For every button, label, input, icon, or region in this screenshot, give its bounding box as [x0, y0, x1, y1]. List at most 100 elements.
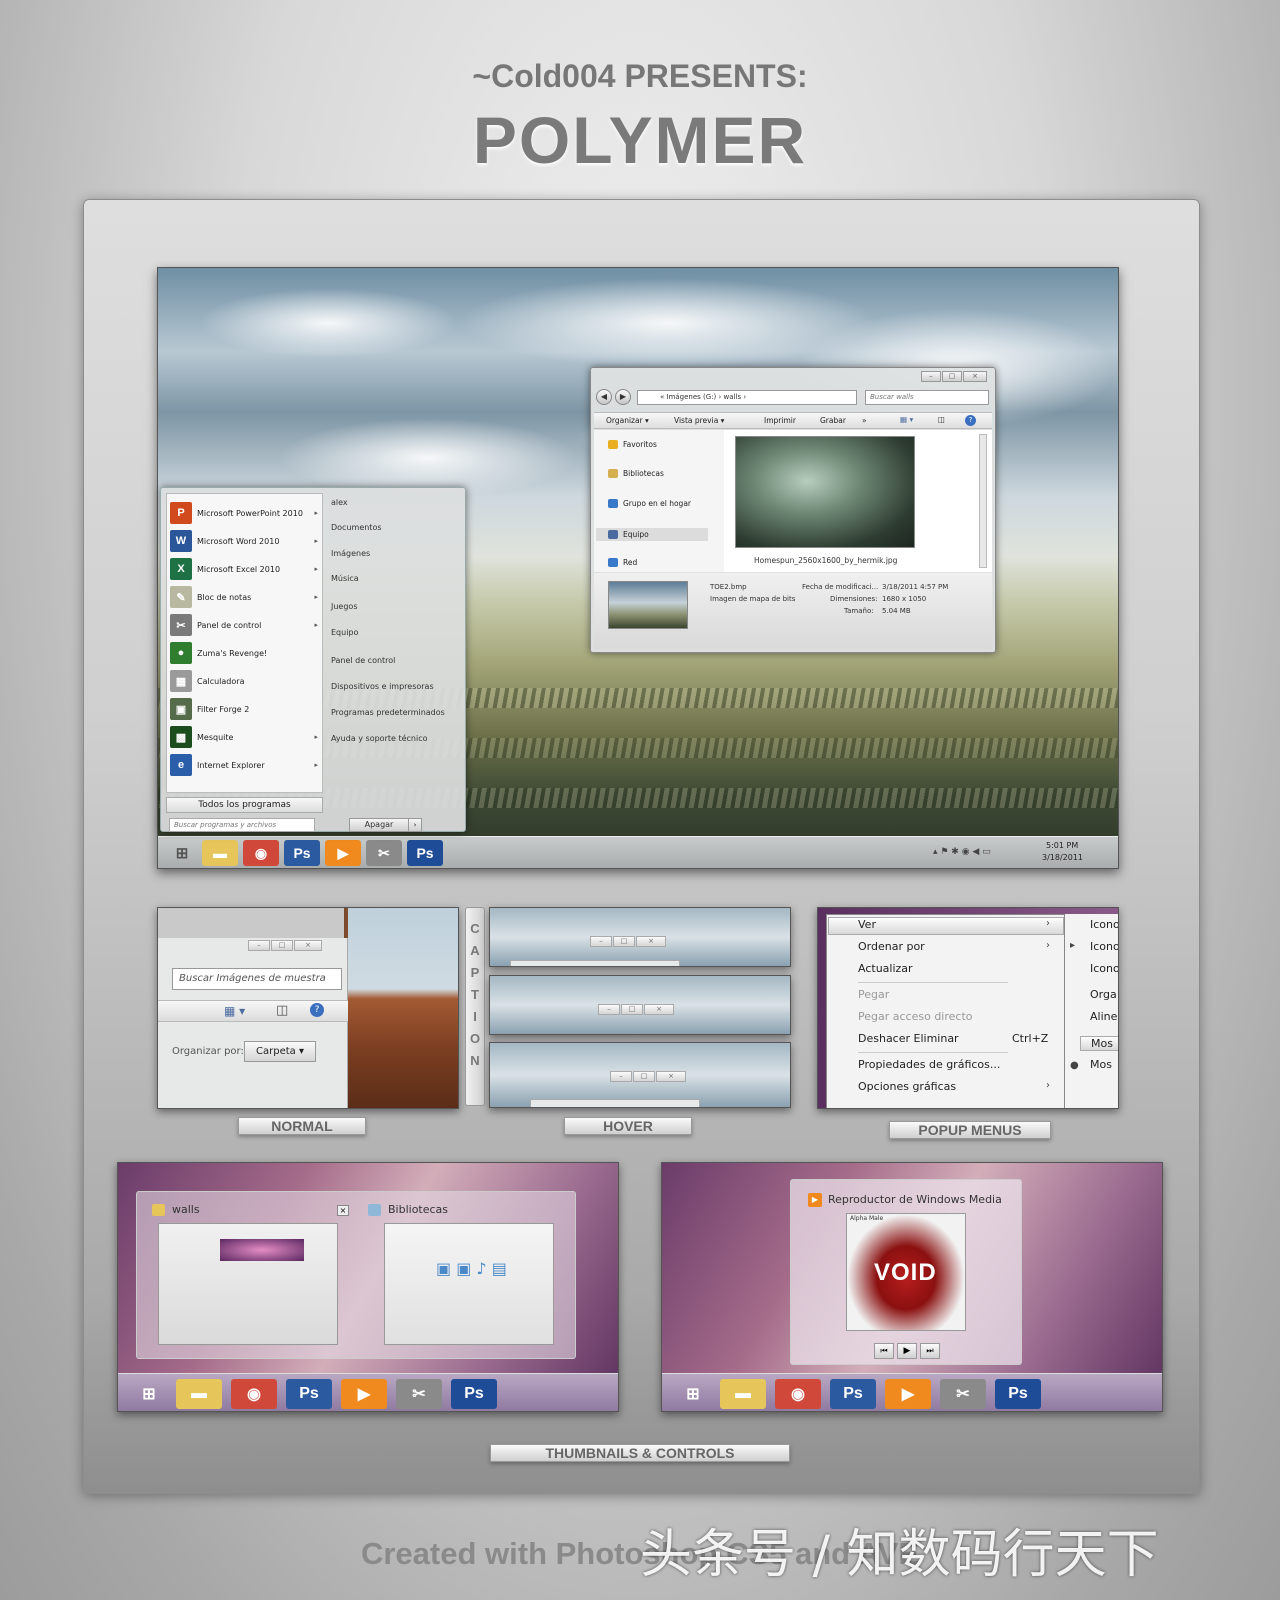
shutdown-button[interactable]: Apagar [349, 818, 409, 832]
place-item[interactable]: Panel de control [331, 656, 395, 665]
toolbar-item[interactable]: Imprimir [764, 416, 796, 425]
menu-item[interactable]: Actualizar [858, 962, 913, 975]
scrollbar[interactable] [979, 434, 987, 568]
maximize-button[interactable]: □ [621, 1004, 643, 1015]
nav-item[interactable]: Equipo [596, 528, 708, 541]
bibliotecas-thumbnail-title[interactable]: Bibliotecas [388, 1203, 448, 1216]
place-item[interactable]: Imágenes [331, 549, 370, 558]
program-item[interactable]: ● Zuma's Revenge! [170, 640, 320, 666]
menu-item[interactable]: Ordenar por [858, 940, 925, 953]
photoshop-icon[interactable]: Ps [286, 1379, 332, 1409]
program-item[interactable]: ▩ Mesquite ▸ [170, 724, 320, 750]
preview-pane-icon[interactable]: ◫ [276, 1003, 288, 1018]
media-player-title[interactable]: Reproductor de Windows Media [828, 1193, 1002, 1206]
close-button[interactable]: × [636, 936, 666, 947]
view-options-icon[interactable]: ▦ ▾ [900, 415, 913, 424]
folder-icon[interactable]: ▬ [720, 1379, 766, 1409]
paint-icon[interactable]: ✂ [940, 1379, 986, 1409]
close-button[interactable]: × [963, 371, 987, 382]
photoshop-icon-2[interactable]: Ps [451, 1379, 497, 1409]
place-item[interactable]: Ayuda y soporte técnico [331, 734, 428, 743]
minimize-button[interactable]: – [248, 940, 270, 951]
program-item[interactable]: X Microsoft Excel 2010 ▸ [170, 556, 320, 582]
photoshop-icon[interactable]: Ps [830, 1379, 876, 1409]
place-item[interactable]: Dispositivos e impresoras [331, 682, 434, 691]
menu-item[interactable]: Ver [858, 918, 876, 931]
tray-icons[interactable]: ▴ ⚑ ✱ ◉ ◀ ▭ [933, 847, 991, 857]
explorer-search-input[interactable]: Buscar walls [865, 390, 989, 405]
start-button[interactable]: ⊞ [164, 840, 200, 866]
toolbar-item[interactable]: Organizar ▾ [606, 416, 649, 425]
shutdown-options-button[interactable]: › [408, 818, 422, 832]
submenu-item[interactable]: Icono [1090, 962, 1118, 975]
submenu-item[interactable]: Icono [1090, 940, 1118, 953]
view-icon[interactable]: ▦ ▾ [224, 1004, 245, 1018]
program-item[interactable]: e Internet Explorer ▸ [170, 752, 320, 778]
menu-item[interactable]: Deshacer Eliminar [858, 1032, 959, 1045]
close-thumbnail-button[interactable]: × [337, 1205, 349, 1216]
maximize-button[interactable]: □ [271, 940, 293, 951]
program-item[interactable]: ▦ Calculadora [170, 668, 320, 694]
play-button[interactable]: ▶ [897, 1343, 917, 1359]
program-item[interactable]: W Microsoft Word 2010 ▸ [170, 528, 320, 554]
chrome-icon[interactable]: ◉ [231, 1379, 277, 1409]
forward-button[interactable]: ▶ [615, 389, 631, 405]
media-player-icon[interactable]: ▶ [325, 840, 361, 866]
nav-item[interactable]: Favoritos [608, 440, 657, 449]
place-item[interactable]: Juegos [331, 602, 358, 611]
paint-icon[interactable]: ✂ [366, 840, 402, 866]
chrome-icon[interactable]: ◉ [775, 1379, 821, 1409]
minimize-button[interactable]: – [590, 936, 612, 947]
start-search-input[interactable]: Buscar programas y archivos [169, 818, 315, 832]
file-name[interactable]: Homespun_2560x1600_by_hermik.jpg [754, 556, 897, 565]
submenu-item[interactable]: Icono [1090, 918, 1118, 931]
help-icon[interactable]: ? [310, 1003, 324, 1017]
chrome-icon[interactable]: ◉ [243, 840, 279, 866]
menu-item[interactable]: Propiedades de gráficos... [858, 1058, 1000, 1071]
previous-track-button[interactable]: ⏮ [874, 1343, 894, 1359]
menu-item[interactable]: Opciones gráficas [858, 1080, 956, 1093]
place-item[interactable]: Documentos [331, 523, 382, 532]
clock-time[interactable]: 5:01 PM [1046, 841, 1078, 850]
minimize-button[interactable]: – [610, 1071, 632, 1082]
media-player-icon[interactable]: ▶ [341, 1379, 387, 1409]
toolbar-item[interactable]: Grabar [820, 416, 846, 425]
submenu-item[interactable]: Aline [1090, 1010, 1117, 1023]
program-item[interactable]: ▣ Filter Forge 2 [170, 696, 320, 722]
paint-icon[interactable]: ✂ [396, 1379, 442, 1409]
bibliotecas-preview[interactable] [384, 1223, 554, 1345]
submenu-item[interactable]: Mos [1090, 1058, 1112, 1071]
program-item[interactable]: ✎ Bloc de notas ▸ [170, 584, 320, 610]
submenu-item[interactable]: Mos [1080, 1036, 1118, 1051]
close-button[interactable]: × [294, 940, 322, 951]
minimize-button[interactable]: – [598, 1004, 620, 1015]
start-button[interactable]: ⊞ [126, 1379, 172, 1409]
maximize-button[interactable]: □ [633, 1071, 655, 1082]
toolbar-item[interactable]: Vista previa ▾ [674, 416, 724, 425]
close-button[interactable]: × [656, 1071, 686, 1082]
organize-dropdown[interactable]: Carpeta ▾ [244, 1041, 316, 1062]
address-bar[interactable]: « Imágenes (G:) › walls › [637, 390, 857, 405]
image-thumbnail[interactable] [735, 436, 915, 548]
place-item[interactable]: alex [331, 498, 348, 507]
all-programs-button[interactable]: Todos los programas [166, 797, 323, 813]
place-item[interactable]: Música [331, 574, 359, 583]
place-item[interactable]: Programas predeterminados [331, 708, 445, 717]
folder-icon[interactable]: ▬ [202, 840, 238, 866]
program-item[interactable]: P Microsoft PowerPoint 2010 ▸ [170, 500, 320, 526]
program-item[interactable]: ✂ Panel de control ▸ [170, 612, 320, 638]
photoshop-icon-2[interactable]: Ps [407, 840, 443, 866]
clock-date[interactable]: 3/18/2011 [1042, 853, 1083, 862]
place-item[interactable]: Equipo [331, 628, 358, 637]
photoshop-icon-2[interactable]: Ps [995, 1379, 1041, 1409]
photoshop-icon[interactable]: Ps [284, 840, 320, 866]
nav-item[interactable]: Red [608, 558, 637, 567]
next-track-button[interactable]: ⏭ [920, 1343, 940, 1359]
media-player-icon[interactable]: ▶ [885, 1379, 931, 1409]
preview-pane-icon[interactable]: ◫ [938, 415, 945, 424]
search-input[interactable]: Buscar Imágenes de muestra [172, 968, 342, 990]
minimize-button[interactable]: – [921, 371, 941, 382]
nav-item[interactable]: Grupo en el hogar [608, 499, 691, 508]
maximize-button[interactable]: □ [613, 936, 635, 947]
start-button[interactable]: ⊞ [670, 1379, 716, 1409]
